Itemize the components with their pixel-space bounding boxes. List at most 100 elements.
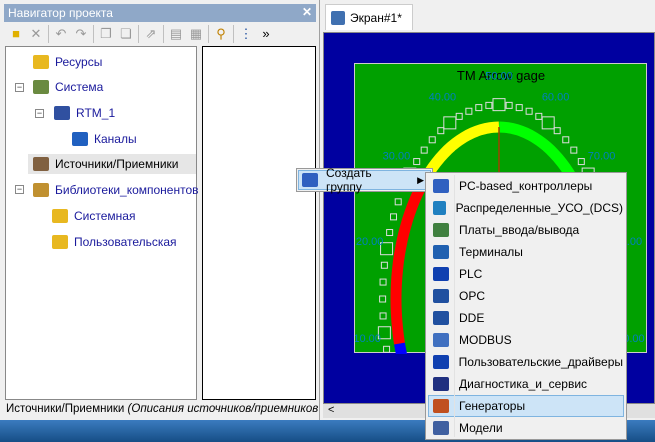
tree-item-resources[interactable]: Ресурсы — [33, 52, 102, 72]
submenu-item[interactable]: PC-based_контроллеры — [428, 175, 624, 197]
menu-label: Пользовательские_драйверы — [458, 355, 623, 369]
submenu-item[interactable]: Терминалы — [428, 241, 624, 263]
minor-tick — [505, 101, 513, 109]
tree-label: Ресурсы — [55, 55, 103, 69]
separator — [208, 25, 209, 43]
settings-icon[interactable]: ▦ — [188, 26, 204, 42]
menu-gutter — [454, 175, 455, 437]
tree-item-system[interactable]: Система — [33, 77, 103, 97]
minor-tick — [437, 127, 445, 135]
minor-tick — [379, 295, 387, 303]
minor-tick — [380, 261, 388, 269]
minor-tick — [428, 136, 436, 144]
minor-tick — [383, 345, 391, 353]
collapse-icon[interactable]: − — [15, 185, 24, 194]
separator — [233, 25, 234, 43]
tab-screen1[interactable]: Экран#1* — [325, 4, 413, 30]
new-icon[interactable]: ■ — [8, 26, 24, 42]
redo-icon[interactable]: ↷ — [73, 26, 89, 42]
separator — [138, 25, 139, 43]
submenu-item[interactable]: DDE — [428, 307, 624, 329]
driver-icon — [433, 201, 446, 215]
collapse-icon[interactable]: − — [15, 83, 24, 92]
major-tick — [492, 98, 506, 112]
description-panel — [202, 46, 316, 400]
submenu-item[interactable]: Распределенные_УСО_(DCS) — [428, 197, 624, 219]
tree-label: Библиотеки_компонентов — [55, 183, 199, 197]
driver-icon — [433, 245, 449, 259]
status-text: Источники/Приемники — [6, 403, 125, 415]
driver-icon — [433, 289, 449, 303]
submenu-item[interactable]: OPC — [428, 285, 624, 307]
tab-label: Экран#1* — [350, 10, 402, 25]
tree-item-channels[interactable]: Каналы — [72, 129, 137, 149]
properties-icon[interactable]: ▤ — [168, 26, 184, 42]
close-icon[interactable]: ✕ — [302, 5, 312, 19]
collapse-icon[interactable]: − — [35, 109, 44, 118]
tree-item-libraries[interactable]: Библиотеки_компонентов — [33, 180, 199, 200]
gauge-tick-label: 60.00 — [542, 91, 570, 103]
tree-item-rtm1[interactable]: RTM_1 — [54, 103, 115, 123]
scroll-left-button[interactable]: < — [328, 404, 334, 416]
tree-label: Источники/Приемники — [55, 157, 179, 171]
tree-item-system-lib[interactable]: Системная — [52, 206, 135, 226]
minor-tick — [570, 146, 578, 154]
menu-label: PLC — [459, 267, 483, 281]
undo-icon[interactable]: ↶ — [53, 26, 69, 42]
minor-tick — [535, 112, 543, 120]
driver-icon — [433, 179, 449, 193]
minor-tick — [379, 278, 387, 286]
submenu-item[interactable]: Пользовательские_драйверы — [428, 351, 624, 373]
major-tick — [443, 116, 457, 130]
navigator-toolbar: ■ ✕ ↶ ↷ ❐ ❏ ⇗ ▤ ▦ ⚲ ⋮» — [4, 22, 316, 46]
user-folder-icon — [52, 235, 68, 249]
delete-icon[interactable]: ✕ — [28, 26, 44, 42]
minor-tick — [485, 101, 493, 109]
link-icon[interactable]: ⇗ — [143, 26, 159, 42]
tree-label: Пользовательская — [74, 235, 177, 249]
minor-tick — [525, 107, 533, 115]
overflow-icon[interactable]: » — [258, 26, 274, 42]
navigator-title: Навигатор проекта — [8, 6, 113, 20]
gauge-tick-label: 30.00 — [383, 150, 411, 162]
submenu-item[interactable]: MODBUS — [428, 329, 624, 351]
submenu-item[interactable]: Диагностика_и_сервис — [428, 373, 624, 395]
minor-tick — [379, 312, 387, 320]
paste-icon[interactable]: ❏ — [118, 26, 134, 42]
menu-item-create-group[interactable]: Создать группу ▶ — [298, 166, 431, 194]
submenu-item[interactable]: Модели — [428, 417, 624, 439]
project-tree: Ресурсы − Система − RTM_1 Каналы Источни… — [5, 46, 199, 400]
status-description: (Описания источников/приемников — [127, 403, 318, 415]
library-icon — [33, 183, 49, 197]
tree-item-sources[interactable]: Источники/Приемники — [28, 154, 196, 174]
submenu-item[interactable]: PLC — [428, 263, 624, 285]
tree-icon[interactable]: ⋮ — [238, 26, 254, 42]
menu-label: MODBUS — [459, 333, 512, 347]
gauge-tick-label: 10.00 — [355, 333, 381, 345]
sources-icon — [33, 157, 49, 171]
driver-icon — [433, 267, 449, 281]
driver-icon — [433, 421, 449, 435]
network-icon — [33, 80, 49, 94]
project-navigator: Навигатор проекта ✕ ■ ✕ ↶ ↷ ❐ ❏ ⇗ ▤ ▦ ⚲ ⋮» Р… — [0, 0, 320, 420]
tree-label: RTM_1 — [76, 106, 116, 120]
tree-label: Системная — [74, 209, 136, 223]
minor-tick — [455, 112, 463, 120]
minor-tick — [394, 198, 402, 206]
status-bar: Источники/Приемники (Описания источников… — [4, 400, 318, 418]
gauge-arc-segment — [394, 342, 420, 400]
create-group-icon — [302, 173, 318, 187]
folder-icon — [52, 209, 68, 223]
minor-tick — [515, 104, 523, 112]
context-menu: Создать группу ▶ — [296, 166, 433, 194]
minor-tick — [577, 158, 585, 166]
tree-item-user-lib[interactable]: Пользовательская — [52, 232, 177, 252]
folder-icon — [33, 55, 49, 69]
menu-label: Модели — [459, 421, 503, 435]
binoculars-icon[interactable]: ⚲ — [213, 26, 229, 42]
menu-label: Распределенные_УСО_(DCS) — [455, 201, 623, 215]
submenu-item[interactable]: Генераторы — [428, 395, 624, 417]
copy-icon[interactable]: ❐ — [98, 26, 114, 42]
submenu-item[interactable]: Платы_ввода/вывода — [428, 219, 624, 241]
minor-tick — [420, 146, 428, 154]
